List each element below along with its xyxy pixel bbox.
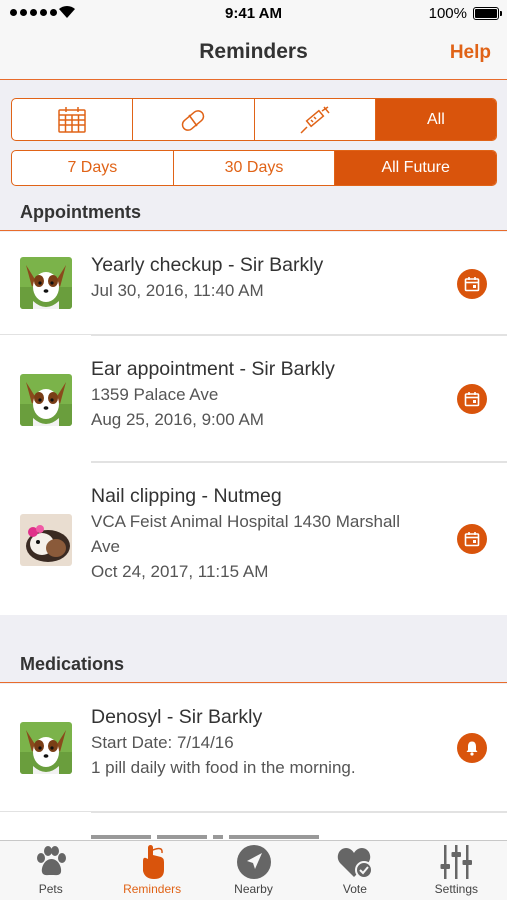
bell-icon (466, 741, 478, 756)
medications-section-header: Medications (0, 647, 507, 683)
list-item-partial[interactable] (91, 812, 507, 840)
pill-icon (182, 109, 205, 131)
reminder-location-continued: Ave (91, 537, 120, 556)
tab-label: Nearby (234, 882, 273, 896)
list-item[interactable]: Nail clipping - Nutmeg VCA Feist Animal … (20, 462, 507, 615)
tab-reminders[interactable]: Reminders (101, 841, 202, 900)
appointments-list: Yearly checkup - Sir Barkly Jul 30, 2016… (0, 232, 507, 615)
tab-settings[interactable]: Settings (406, 841, 507, 900)
filter-vaccinations-segment[interactable] (255, 99, 376, 140)
tab-label: Settings (434, 882, 478, 896)
battery-percentage: 100% (428, 5, 467, 22)
add-to-calendar-button[interactable] (457, 524, 487, 554)
pet-avatar-dog (20, 257, 72, 309)
appointments-section-header: Appointments (0, 195, 507, 231)
range-30-days-segment[interactable]: 30 Days (174, 151, 336, 185)
list-item[interactable]: Ear appointment - Sir Barkly 1359 Palace… (20, 335, 507, 462)
battery-icon (473, 7, 502, 20)
navigation-bar: Reminders Help (0, 28, 507, 80)
tab-vote[interactable]: Vote (304, 841, 405, 900)
pet-avatar-dog (20, 374, 72, 426)
status-bar: 9:41 AM 100% (0, 0, 507, 28)
tab-label: Pets (38, 882, 63, 896)
heart-check-icon (337, 848, 373, 879)
reminder-datetime: Jul 30, 2016, 11:40 AM (91, 281, 264, 300)
date-range-filter: 7 Days 30 Days All Future (11, 150, 497, 186)
pet-avatar-guinea-pig (20, 514, 72, 566)
filter-medications-segment[interactable] (133, 99, 255, 140)
calendar-icon (464, 532, 480, 547)
screen: 9:41 AM 100% Reminders Help All 7 Days 3… (0, 0, 507, 900)
list-item[interactable]: Denosyl - Sir Barkly Start Date: 7/14/16… (0, 684, 507, 812)
reminder-title: Ear appointment - Sir Barkly (91, 358, 335, 380)
pet-avatar-dog (20, 722, 72, 774)
syringe-icon (300, 105, 330, 134)
medications-list: Denosyl - Sir Barkly Start Date: 7/14/16… (0, 684, 507, 840)
reminder-title: Denosyl - Sir Barkly (91, 706, 263, 728)
add-to-calendar-button[interactable] (457, 269, 487, 299)
reminder-datetime: Aug 25, 2016, 9:00 AM (91, 410, 264, 429)
reminder-title: Nail clipping - Nutmeg (91, 485, 282, 507)
range-all-future-segment[interactable]: All Future (335, 151, 496, 185)
tab-pets[interactable]: Pets (0, 841, 101, 900)
tab-bar: Pets Reminders Nearby Vote Settings (0, 840, 507, 900)
calendar-icon (464, 277, 480, 292)
reminder-title: Yearly checkup - Sir Barkly (91, 254, 324, 276)
list-item[interactable]: Yearly checkup - Sir Barkly Jul 30, 2016… (0, 232, 507, 335)
paw-icon (36, 846, 66, 876)
page-title: Reminders (199, 40, 308, 63)
filter-all-segment[interactable]: All (375, 99, 496, 140)
reminder-location: 1359 Palace Ave (91, 385, 219, 404)
medication-start-date: Start Date: 7/14/16 (91, 733, 234, 752)
filter-appointments-segment[interactable] (12, 99, 134, 140)
calendar-icon (58, 106, 86, 133)
reminder-location: VCA Feist Animal Hospital 1430 Marshall (91, 512, 400, 531)
tab-label: Vote (342, 882, 367, 896)
range-7-days-segment[interactable]: 7 Days (12, 151, 174, 185)
tab-label: Reminders (123, 882, 182, 896)
finger-reminder-icon (143, 845, 165, 879)
reminder-type-filter: All (11, 98, 497, 141)
reminder-alert-button[interactable] (457, 733, 487, 763)
add-to-calendar-button[interactable] (457, 384, 487, 414)
medication-instructions: 1 pill daily with food in the morning. (91, 758, 356, 777)
sliders-icon (440, 845, 473, 879)
help-button[interactable]: Help (450, 42, 491, 64)
tab-nearby[interactable]: Nearby (203, 841, 304, 900)
calendar-icon (464, 392, 480, 407)
reminder-datetime: Oct 24, 2017, 11:15 AM (91, 562, 269, 581)
location-arrow-icon (236, 845, 271, 879)
